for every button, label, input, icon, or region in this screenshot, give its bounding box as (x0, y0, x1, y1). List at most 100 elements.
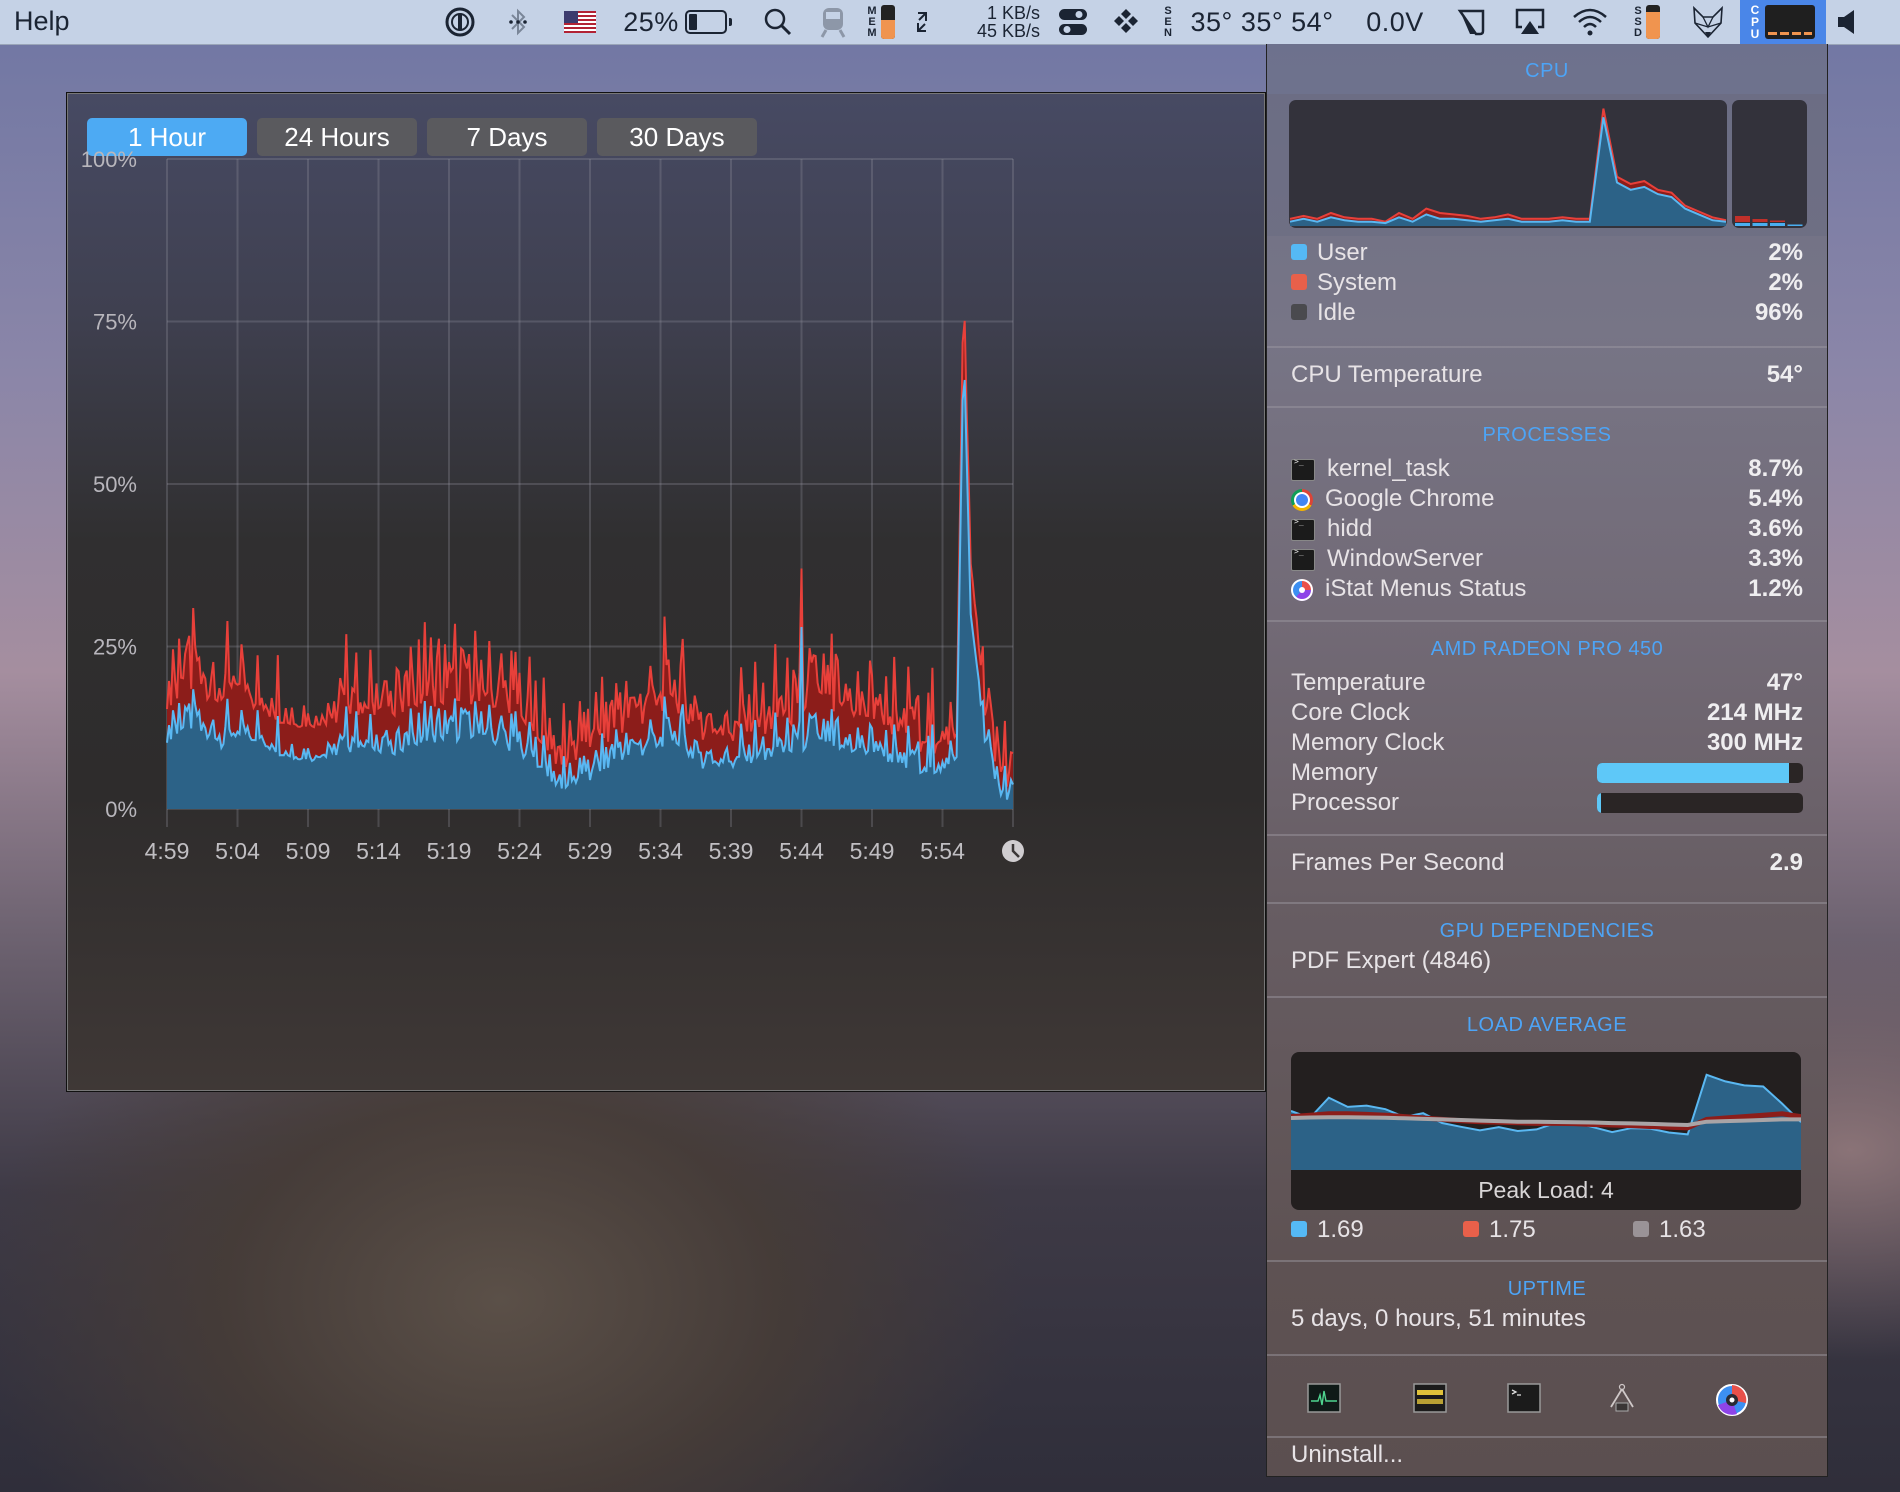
gpu-memory-bar (1597, 763, 1803, 783)
dropbox-icon[interactable] (1108, 0, 1144, 44)
console-icon[interactable] (1413, 1383, 1447, 1413)
chrome-icon (1291, 488, 1313, 511)
gpu-memory-row: Memory (1291, 758, 1803, 788)
bluetooth-icon[interactable] (500, 0, 536, 44)
y-tick-label: 25% (93, 635, 137, 660)
ssd-icon[interactable]: S S D (1624, 0, 1670, 44)
x-tick-label: 5:09 (286, 838, 331, 864)
y-tick-label: 0% (105, 797, 137, 822)
load-15min: 1.63 (1633, 1216, 1706, 1244)
x-tick-label: 5:54 (920, 838, 965, 864)
core-user-bar (1787, 224, 1803, 226)
gpu-processor-row: Processor (1291, 788, 1803, 818)
1password-icon[interactable] (440, 0, 480, 44)
load-average-plot (1291, 1073, 1801, 1170)
divider (1267, 834, 1827, 836)
divider (1267, 406, 1827, 408)
gpu-dependency-row[interactable]: PDF Expert (4846) (1291, 946, 1803, 976)
x-tick-label: 5:49 (850, 838, 895, 864)
network-icon[interactable]: 1 KB/s 45 KB/s (960, 0, 1040, 44)
fifteen-min-swatch (1633, 1221, 1649, 1237)
sensors-label: S E N (1164, 4, 1172, 39)
x-tick-label: 5:34 (638, 838, 683, 864)
uninstall-menu-item[interactable]: Uninstall... (1291, 1440, 1803, 1470)
sensors-icon[interactable]: S E N (1158, 0, 1178, 44)
wifi-icon[interactable] (1568, 0, 1612, 44)
uptime-row: 5 days, 0 hours, 51 minutes (1291, 1305, 1586, 1332)
x-tick-label: 5:29 (568, 838, 613, 864)
cpu-legend-idle: Idle 96% (1291, 298, 1803, 328)
gpu-dependencies-header: GPU DEPENDENCIES (1439, 920, 1655, 942)
process-row[interactable]: hidd 3.6% (1291, 514, 1803, 544)
ssd-label: S S D (1634, 4, 1642, 39)
airplay-icon[interactable] (1510, 0, 1550, 44)
process-row[interactable]: iStat Menus Status 1.2% (1291, 574, 1803, 604)
resize-icon[interactable] (908, 0, 936, 44)
load-average-header: LOAD AVERAGE (1466, 1014, 1628, 1036)
x-tick-label: 5:19 (427, 838, 472, 864)
y-tick-label: 75% (93, 310, 137, 335)
x-tick-label: 5:24 (497, 838, 542, 864)
x-tick-label: 5:04 (215, 838, 260, 864)
fox-icon[interactable] (1686, 0, 1730, 44)
battery-icon (684, 10, 732, 34)
network-speeds: 1 KB/s 45 KB/s (977, 4, 1040, 40)
load-1min: 1.69 (1291, 1216, 1364, 1244)
battery-percent: 25% (623, 6, 679, 37)
spotlight-icon[interactable] (758, 0, 798, 44)
terminal-icon[interactable] (1507, 1383, 1541, 1413)
terminal-icon (1291, 457, 1315, 481)
battery-indicator[interactable]: 25% (620, 0, 732, 44)
ssd-level-bar (1645, 5, 1660, 39)
core-system-bar (1770, 220, 1785, 222)
app-shortcuts-toolbar (1267, 1356, 1827, 1436)
cpu-menu-extra[interactable]: C P U (1740, 0, 1826, 44)
cpu-core-background (1732, 100, 1807, 228)
activity-monitor-icon[interactable] (1307, 1383, 1341, 1413)
core-user-bar (1752, 223, 1768, 226)
dark-mode-icon[interactable] (1452, 0, 1492, 44)
peak-load-label: Peak Load: 4 (1478, 1177, 1614, 1203)
y-tick-label: 100% (81, 147, 137, 172)
core-user-bar (1735, 223, 1750, 226)
cpu-history-window: 1 Hour 24 Hours 7 Days 30 Days 0% 25% 50% 7… (66, 92, 1266, 1092)
idle-swatch (1291, 304, 1307, 320)
process-row[interactable]: WindowServer 3.3% (1291, 544, 1803, 574)
menu-bar: Help 25% M E M 1 KB/s 45 KB/s S E N 35° … (0, 0, 1900, 45)
gpu-core-clock-row: Core Clock 214 MHz (1291, 699, 1803, 726)
network-upload: 1 KB/s (986, 3, 1040, 23)
one-min-swatch (1291, 1221, 1307, 1237)
core-system-bar (1735, 216, 1750, 222)
istat-menus-icon[interactable] (1715, 1383, 1749, 1416)
divider (1267, 996, 1827, 998)
divider (1267, 346, 1827, 348)
system-information-icon[interactable] (1605, 1383, 1639, 1413)
cpu-dropdown-panel: CPU User 2% System 2% Idle 96% CPU Tempe… (1266, 44, 1828, 1477)
menu-help[interactable]: Help (14, 6, 70, 37)
cpu-usage-graph (1289, 100, 1807, 228)
y-tick-label: 50% (93, 472, 137, 497)
gpu-memory-clock-row: Memory Clock 300 MHz (1291, 729, 1803, 756)
volume-icon[interactable] (1832, 0, 1862, 44)
user-swatch (1291, 244, 1307, 260)
memory-icon[interactable]: M E M (858, 0, 904, 44)
divider (1267, 1260, 1827, 1262)
uptime-header: UPTIME (1507, 1278, 1587, 1300)
processes-header: PROCESSES (1482, 424, 1612, 446)
x-tick-label: 5:44 (779, 838, 824, 864)
process-row[interactable]: kernel_task 8.7% (1291, 454, 1803, 484)
train-icon[interactable] (815, 0, 851, 44)
cpu-section-header: CPU (1525, 60, 1569, 82)
cpu-mini-graph (1765, 5, 1816, 39)
terminal-icon (1291, 547, 1315, 571)
clock-icon (1002, 840, 1024, 862)
cpu-temperature-row[interactable]: CPU Temperature 54° (1291, 360, 1803, 390)
toggle-icon[interactable] (1050, 0, 1096, 44)
divider (1267, 902, 1827, 904)
core-user-bar (1770, 223, 1785, 226)
voltage-readout[interactable]: 0.0V (1360, 0, 1430, 44)
sensors-readout[interactable]: 35° 35° 54° (1184, 0, 1340, 44)
process-row[interactable]: Google Chrome 5.4% (1291, 484, 1803, 514)
istat-menus-icon (1291, 578, 1313, 601)
us-flag-icon[interactable] (562, 0, 598, 44)
